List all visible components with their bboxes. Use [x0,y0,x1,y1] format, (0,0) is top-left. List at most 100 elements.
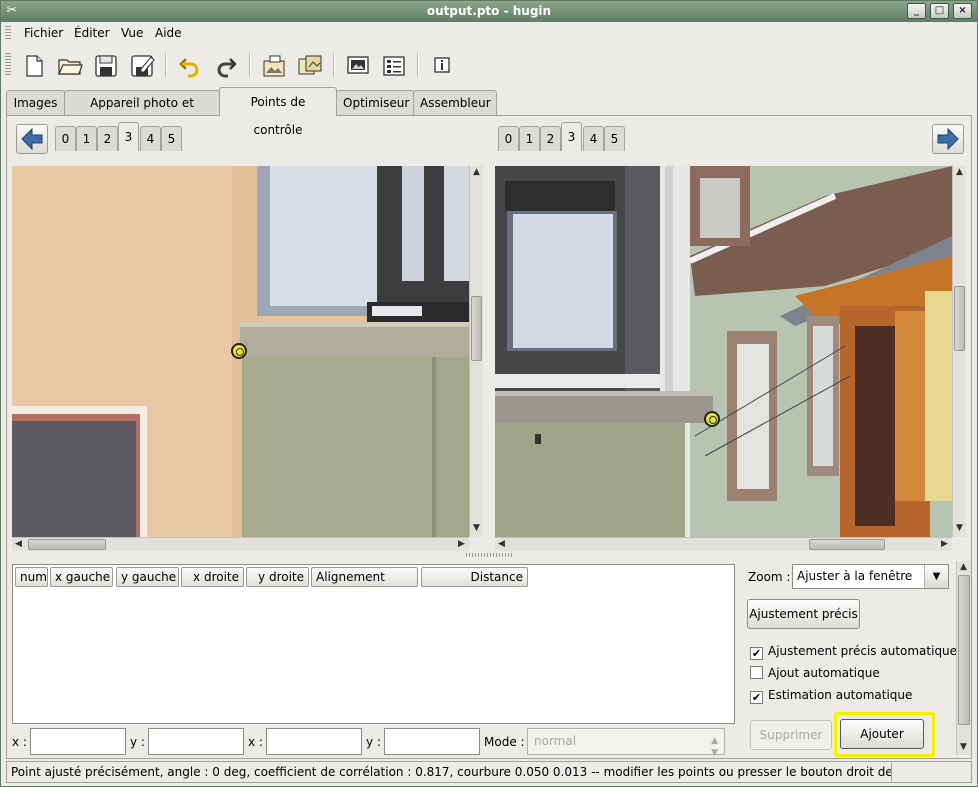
right-image-tab-3[interactable]: 3 [561,122,582,151]
left-image-tab-5[interactable]: 5 [161,126,182,151]
tab-assembleur[interactable]: Assembleur [413,90,497,115]
zoom-label: Zoom : [748,570,791,584]
right-image-tab-2[interactable]: 2 [540,126,561,151]
column-header-numero[interactable]: numé [15,567,48,587]
column-header-y-droite[interactable]: y droite [246,567,309,587]
right-vertical-scrollbar[interactable]: ▲ ▼ [952,166,966,537]
scroll-down-arrow-icon[interactable]: ▼ [470,522,483,535]
scroll-left-arrow-icon[interactable]: ◀ [12,538,25,551]
add-button[interactable]: Ajouter [840,719,924,749]
auto-add-checkbox[interactable] [750,666,763,679]
tab-optimiseur[interactable]: Optimiseur [336,90,414,115]
right-vscroll-thumb[interactable] [954,286,965,351]
left-x-input[interactable] [30,728,126,755]
menubar-grip[interactable] [5,26,11,40]
left-image-view[interactable] [12,166,469,537]
right-image-tab-5[interactable]: 5 [604,126,625,151]
left-horizontal-scrollbar[interactable]: ◀ ▶ [12,537,469,551]
left-control-point[interactable] [231,343,247,359]
column-header-distance[interactable]: Distance [421,567,528,587]
column-header-alignement[interactable]: Alignement [311,567,418,587]
right-panel-scroll-thumb[interactable] [958,575,970,725]
maximize-button[interactable]: □ [930,3,949,19]
toolbar-grip[interactable] [5,53,11,77]
minimize-button[interactable]: _ [907,3,926,19]
scroll-down-arrow-icon[interactable]: ▼ [953,522,966,535]
preview-icon[interactable] [345,53,371,79]
left-image-tab-2[interactable]: 2 [97,126,118,151]
auto-estimate-label: Estimation automatique [768,688,913,702]
menu-fichier[interactable]: Fichier [24,26,63,40]
toolbar-separator [165,53,167,77]
left-image-tab-4[interactable]: 4 [140,126,161,151]
chevron-down-icon[interactable]: ▼ [924,565,948,588]
left-y-input[interactable] [148,728,244,755]
optimize-icon[interactable] [297,53,323,79]
mode-select[interactable]: normal ▲ ▼ [527,728,725,758]
open-folder-icon[interactable] [57,53,83,79]
auto-estimate-checkbox[interactable]: ✔ [750,691,763,704]
save-icon[interactable] [93,53,119,79]
tab-appareil-photo[interactable]: Appareil photo et objectif [64,90,220,134]
left-vertical-scrollbar[interactable]: ▲ ▼ [469,166,483,537]
scroll-up-arrow-icon[interactable]: ▲ [957,561,970,574]
scroll-up-arrow-icon[interactable]: ▲ [953,166,966,179]
right-panel-scrollbar[interactable]: ▲ ▼ [956,561,971,755]
delete-button[interactable]: Supprimer [750,720,832,750]
undo-icon[interactable] [177,53,203,79]
close-button[interactable]: × [953,3,972,19]
right-control-point[interactable] [704,411,720,427]
right-y-label: y : [366,735,381,749]
right-hscroll-thumb[interactable] [809,539,885,550]
scroll-down-arrow-icon[interactable]: ▼ [957,741,970,754]
tab-points-de-controle[interactable]: Points de contrôle [219,87,337,137]
right-horizontal-scrollbar[interactable]: ◀ ▶ [495,537,952,551]
new-file-icon[interactable] [21,53,47,79]
right-image-tab-1[interactable]: 1 [519,126,540,151]
info-icon[interactable] [429,53,455,79]
auto-add-row[interactable]: Ajout automatique [750,666,880,680]
scroll-right-arrow-icon[interactable]: ▶ [455,538,468,551]
fine-tune-button[interactable]: Ajustement précis [747,599,860,629]
menu-vue[interactable]: Vue [121,26,143,40]
save-as-icon[interactable] [129,53,155,79]
left-vscroll-thumb[interactable] [471,296,482,361]
batch-list-icon[interactable] [381,53,407,79]
right-y-input[interactable] [384,728,480,755]
right-image-tab-0[interactable]: 0 [498,126,519,151]
column-header-x-droite[interactable]: x droite [181,567,244,587]
left-hscroll-thumb[interactable] [28,539,106,550]
menu-aide[interactable]: Aide [155,26,182,40]
zoom-combo[interactable]: Ajuster à la fenêtre ▼ [792,564,949,589]
toolbar [1,45,977,85]
prev-image-button[interactable] [16,124,48,154]
column-header-y-gauche[interactable]: y gauche [116,567,179,587]
left-image-tab-1[interactable]: 1 [76,126,97,151]
scroll-up-arrow-icon[interactable]: ▲ [470,166,483,179]
right-x-label: x : [248,735,263,749]
mode-select-value: normal [534,734,577,748]
left-image-tab-3[interactable]: 3 [118,122,139,151]
control-points-table[interactable]: numé x gauche y gauche x droite y droite… [12,564,735,724]
scroll-left-arrow-icon[interactable]: ◀ [495,538,508,551]
right-image-tab-4[interactable]: 4 [583,126,604,151]
arrow-left-icon [21,127,43,151]
toolbar-separator [333,53,335,77]
auto-fine-tune-row[interactable]: ✔ Ajustement précis automatique [750,644,957,660]
left-image-tab-0[interactable]: 0 [55,126,76,151]
menu-editer[interactable]: Éditer [74,26,110,40]
column-header-x-gauche[interactable]: x gauche [50,567,113,587]
right-image-canvas[interactable] [495,166,952,537]
add-images-icon[interactable] [261,53,287,79]
auto-fine-tune-label: Ajustement précis automatique [768,644,958,658]
right-image-view[interactable] [495,166,952,537]
auto-estimate-row[interactable]: ✔ Estimation automatique [750,688,912,704]
right-x-input[interactable] [266,728,362,755]
auto-fine-tune-checkbox[interactable]: ✔ [750,647,763,660]
title-bar[interactable]: ✂ output.pto - hugin _ □ × [1,1,977,22]
splitter-handle[interactable] [466,553,512,557]
next-image-button[interactable] [932,124,964,154]
redo-icon[interactable] [213,53,239,79]
tab-images[interactable]: Images [6,90,65,115]
scroll-right-arrow-icon[interactable]: ▶ [938,538,951,551]
